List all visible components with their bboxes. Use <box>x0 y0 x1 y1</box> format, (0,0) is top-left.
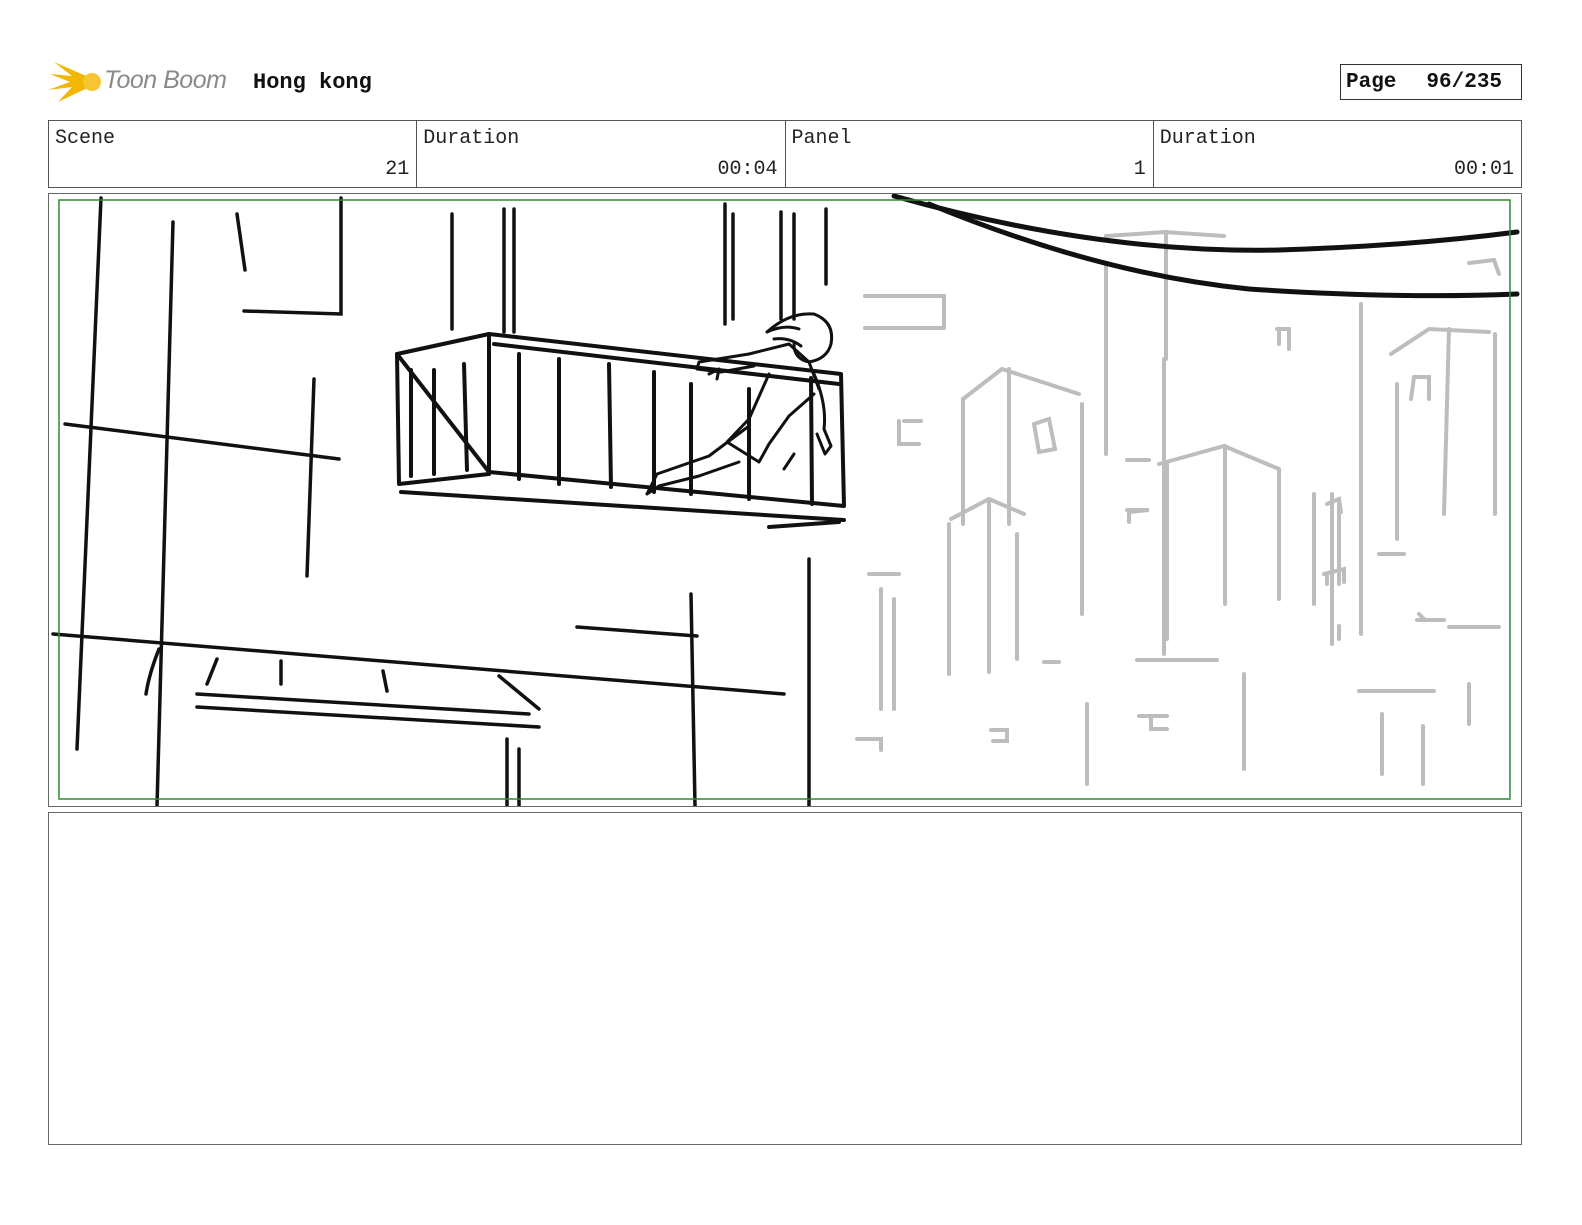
panel-duration-label: Duration <box>1159 127 1256 150</box>
project-title: Hong kong <box>253 70 372 95</box>
burst-icon <box>48 62 101 102</box>
storyboard-panel <box>48 193 1522 807</box>
info-table: Scene 21 Duration 00:04 Panel 1 Duration… <box>48 120 1522 188</box>
dialogue-notes-box[interactable] <box>48 812 1522 1145</box>
scene-duration-cell: Duration 00:04 <box>417 121 786 187</box>
panel-cell: Panel 1 <box>786 121 1154 187</box>
scene-duration-label: Duration <box>423 127 520 150</box>
panel-value: 1 <box>1133 158 1146 181</box>
power-lines <box>891 194 1520 299</box>
page-label: Page <box>1346 70 1397 94</box>
falling-figure <box>645 312 834 496</box>
page-number: 96/235 <box>1426 70 1503 94</box>
panel-duration-value: 00:01 <box>1453 158 1514 181</box>
scene-value: 21 <box>385 158 410 181</box>
panel-duration-cell: Duration 00:01 <box>1154 121 1521 187</box>
background-buildings <box>855 229 1501 786</box>
logo-text: Toon Boom <box>104 66 227 94</box>
scene-cell: Scene 21 <box>49 121 418 187</box>
page-header: Toon Boom Hong kong Page 96/235 <box>48 56 1522 106</box>
scene-duration-value: 00:04 <box>717 158 778 181</box>
page-indicator: Page 96/235 <box>1340 64 1522 100</box>
panel-label: Panel <box>791 127 852 150</box>
foreground-buildings <box>51 196 828 806</box>
toon-boom-logo: Toon Boom <box>48 56 238 106</box>
panel-sketch <box>51 194 1520 806</box>
scene-label: Scene <box>55 127 116 150</box>
